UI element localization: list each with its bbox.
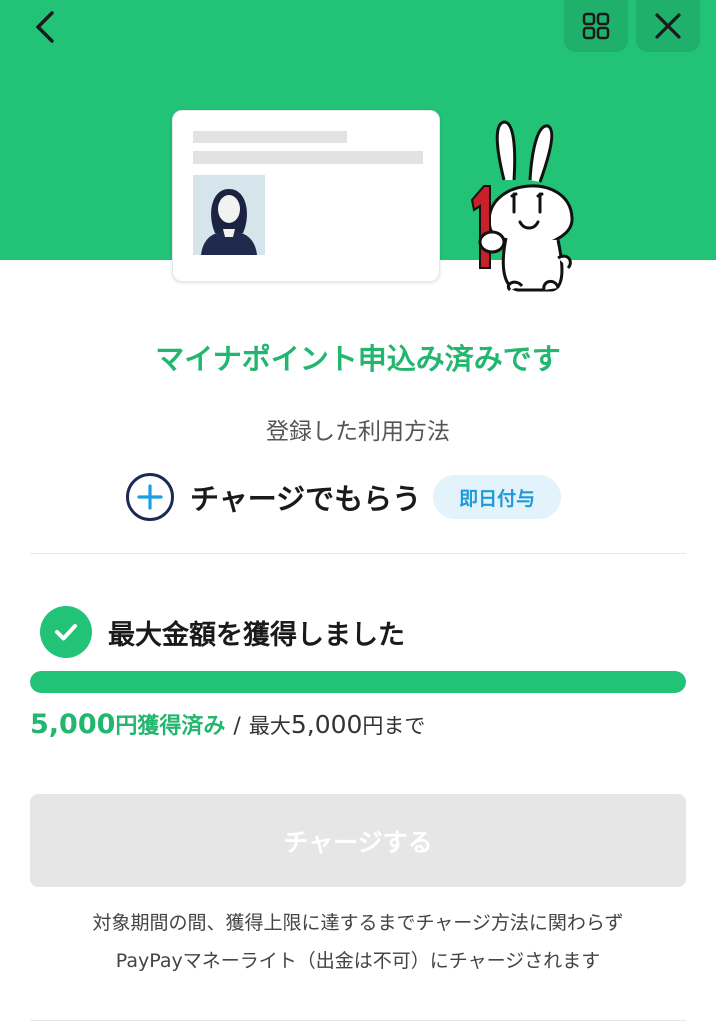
progress-bar <box>30 671 686 693</box>
charge-button[interactable]: チャージする <box>30 794 686 887</box>
card-photo <box>193 175 265 255</box>
same-day-badge: 即日付与 <box>433 475 562 519</box>
chevron-left-icon <box>36 11 54 43</box>
amount-row: 5,000 円獲得済み / 最大 5,000 円まで <box>30 708 425 740</box>
card-text-line <box>193 131 347 143</box>
back-button[interactable] <box>18 4 72 50</box>
charge-note-line: 対象期間の間、獲得上限に達するまでチャージ方法に関わらず <box>92 912 624 934</box>
mynaportal-rabbit-mascot <box>470 120 574 292</box>
grid-icon <box>582 12 610 40</box>
status-row: 最大金額を獲得しました <box>40 606 405 658</box>
divider <box>30 553 686 554</box>
check-circle-icon <box>40 606 92 658</box>
status-text: 最大金額を獲得しました <box>108 619 405 651</box>
max-amount: 5,000 <box>290 710 363 739</box>
amount-separator: / <box>233 714 241 739</box>
charge-note-line: PayPayマネーライト（出金は不可）にチャージされます <box>115 950 601 972</box>
close-button[interactable] <box>636 0 700 52</box>
my-number-card-illustration <box>172 110 440 282</box>
apps-button[interactable] <box>564 0 628 52</box>
max-suffix: 円まで <box>362 714 426 738</box>
close-icon <box>655 13 681 39</box>
method-label: 登録した利用方法 <box>266 419 450 445</box>
plus-circle-icon <box>126 473 174 521</box>
method-name: チャージでもらう <box>190 482 422 516</box>
card-text-line <box>193 151 423 164</box>
charge-note: 対象期間の間、獲得上限に達するまでチャージ方法に関わらず PayPayマネーライ… <box>0 904 716 980</box>
earned-amount: 5,000 <box>30 709 116 740</box>
progress-fill <box>30 671 686 693</box>
earned-suffix: 円獲得済み <box>115 714 226 739</box>
divider <box>30 1020 686 1021</box>
registered-method: チャージでもらう 即日付与 <box>126 473 562 521</box>
max-prefix: 最大 <box>248 714 291 738</box>
page-title: マイナポイント申込み済みです <box>155 342 561 376</box>
